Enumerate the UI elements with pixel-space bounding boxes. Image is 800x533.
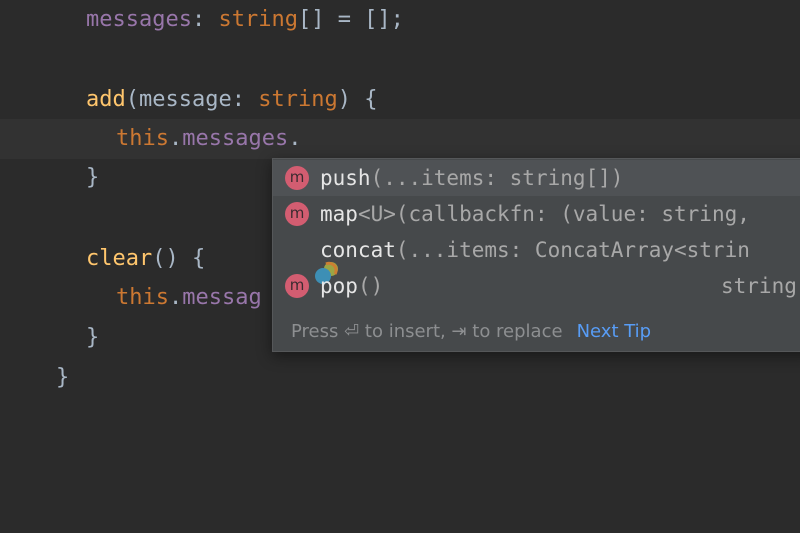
code-line-2: add(message: string) { (0, 80, 800, 120)
completion-name: map (320, 202, 358, 226)
code-token: message: (139, 87, 259, 112)
overloaded-method-icon (285, 238, 338, 284)
code-token: messages (86, 7, 192, 32)
completion-type: string (721, 274, 797, 298)
code-token: [] = []; (297, 7, 404, 32)
code-token: . (288, 126, 302, 151)
code-token: clear (86, 246, 153, 271)
code-token: string (258, 87, 338, 112)
code-line-8: } (0, 358, 800, 398)
completion-name: push (320, 166, 371, 190)
completion-item-map[interactable]: m map<U>(callbackfn: (value: string, (273, 196, 800, 232)
code-token: messages (182, 126, 289, 151)
method-icon: m (285, 166, 309, 190)
code-token: ( (125, 87, 139, 112)
current-code-line[interactable]: this.messages. (0, 119, 800, 159)
code-token: add (86, 87, 126, 112)
completion-signature: () (357, 274, 384, 298)
code-token: this (116, 285, 169, 310)
code-token: () { (152, 246, 206, 271)
code-token: . (168, 285, 183, 310)
completion-popup: m push(...items: string[]) m map<U>(call… (272, 158, 800, 352)
completion-hint: Press ⏎ to insert, ⇥ to replace Next Tip (291, 317, 651, 347)
code-token: messag (182, 285, 262, 310)
code-token: } (56, 365, 70, 390)
code-token: } (86, 325, 100, 350)
code-token: : (191, 7, 219, 32)
completion-signature: <U>(callbackfn: (value: string, (357, 202, 750, 226)
completion-name: concat (320, 238, 396, 262)
completion-item-push[interactable]: m push(...items: string[]) (273, 160, 800, 196)
completion-name: pop (320, 274, 358, 298)
code-line-1: messages: string[] = []; (0, 0, 800, 40)
next-tip-link[interactable]: Next Tip (577, 321, 652, 342)
code-token: ) { (337, 87, 378, 112)
completion-item-pop[interactable]: m pop() string (273, 268, 800, 304)
method-icon: m (285, 274, 309, 298)
completion-signature: (...items: ConcatArray<strin (395, 238, 750, 262)
code-token: } (86, 165, 100, 190)
method-icon: m (285, 202, 309, 226)
hint-text: Press ⏎ to insert, ⇥ to replace (291, 321, 563, 342)
code-token: . (168, 126, 183, 151)
completion-item-concat[interactable]: concat(...items: ConcatArray<strin (273, 232, 800, 284)
completion-signature: (...items: string[]) (370, 166, 624, 190)
code-token: string (218, 7, 298, 32)
code-token: this (116, 126, 169, 151)
